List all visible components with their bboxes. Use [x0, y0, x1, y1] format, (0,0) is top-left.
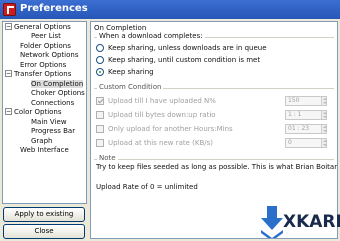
- close-button[interactable]: Close: [3, 224, 85, 239]
- ratio-stepper[interactable]: 1 : 1: [285, 110, 327, 120]
- percent-stepper[interactable]: 150: [285, 96, 327, 106]
- collapse-icon[interactable]: −: [5, 70, 12, 77]
- tree-item-label: Transfer Options: [14, 70, 72, 78]
- spin-arrows-icon[interactable]: [321, 97, 327, 105]
- tree-item-network-options[interactable]: Network Options: [20, 50, 78, 60]
- xkare-logo: XKARE: [261, 206, 340, 240]
- tree-item-label: Graph: [31, 137, 53, 145]
- collapse-icon[interactable]: −: [5, 108, 12, 115]
- tree-item-label: Main View: [31, 118, 67, 126]
- title-bar[interactable]: Preferences: [0, 0, 340, 19]
- tree-item-peer-list[interactable]: Peer List: [31, 31, 61, 41]
- app-icon: [3, 3, 16, 16]
- radio-button[interactable]: [96, 68, 104, 76]
- tree-item-label: Folder Options: [20, 42, 71, 50]
- field-value: 01 : 23: [288, 125, 310, 132]
- checkbox[interactable]: [96, 139, 104, 147]
- checkbox-label: Only upload for another Hours:Mins: [108, 125, 233, 133]
- checkbox[interactable]: [96, 125, 104, 133]
- download-arrow-icon: [261, 206, 283, 238]
- tree-item-label: Choker Options: [31, 89, 85, 97]
- section-label-note: Note: [97, 154, 118, 162]
- tree-item-label: Progress Bar: [31, 127, 76, 135]
- radio-label: Keep sharing, until custom condition is …: [108, 56, 261, 64]
- on-completion-panel: On Completion When a download completes:…: [90, 21, 340, 240]
- collapse-icon[interactable]: −: [5, 23, 12, 30]
- hours-mins-stepper[interactable]: 01 : 23: [285, 124, 327, 134]
- apply-to-existing-torrents-button[interactable]: Apply to existing torrents: [3, 207, 85, 231]
- note-upload-rate: Upload Rate of 0 = unlimited: [96, 183, 198, 191]
- tree-item-label: Connections: [31, 99, 75, 107]
- checkbox-label: Upload till I have uploaded N%: [108, 97, 216, 105]
- rate-stepper[interactable]: 0: [285, 138, 327, 148]
- dialog-body: − General Options Peer List Folder Optio…: [0, 19, 340, 241]
- section-label-custom-condition: Custom Condition: [97, 83, 164, 91]
- tree-item-label: Color Options: [14, 108, 62, 116]
- field-value: 150: [288, 97, 300, 104]
- tree-item-label: Web Interface: [20, 146, 69, 154]
- checkbox-label: Upload at this new rate (KB/s): [108, 139, 214, 147]
- tree-item-label: Peer List: [31, 32, 61, 40]
- radio-button[interactable]: [96, 44, 104, 52]
- note-text: Try to keep files seeded as long as poss…: [96, 163, 337, 171]
- checkbox[interactable]: [96, 111, 104, 119]
- spin-arrows-icon[interactable]: [321, 111, 327, 119]
- tree-item-web-interface[interactable]: Web Interface: [20, 145, 69, 155]
- spin-arrows-icon[interactable]: [321, 125, 327, 133]
- radio-label: Keep sharing, unless downloads are in qu…: [108, 44, 267, 52]
- panel-title: On Completion: [94, 24, 147, 32]
- tree-item-label: Error Options: [20, 61, 67, 69]
- radio-button[interactable]: [96, 56, 104, 64]
- spin-arrows-icon[interactable]: [321, 139, 327, 147]
- window-title: Preferences: [20, 3, 88, 14]
- field-value: 0: [288, 139, 292, 146]
- tree-item-progress-bar[interactable]: Progress Bar: [31, 126, 75, 136]
- field-value: 1 : 1: [288, 111, 302, 118]
- checkbox-label: Upload till bytes down:up ratio: [108, 111, 216, 119]
- tree-item-label: On Completion: [31, 80, 84, 88]
- checkbox[interactable]: [96, 97, 104, 105]
- logo-text: XKARE: [283, 212, 340, 232]
- section-label-download: When a download completes:: [97, 32, 205, 40]
- options-tree[interactable]: − General Options Peer List Folder Optio…: [2, 21, 87, 204]
- divider: [94, 159, 334, 160]
- radio-label: Keep sharing: [108, 68, 154, 76]
- tree-item-choker-options[interactable]: Choker Options: [31, 88, 85, 98]
- tree-item-label: Network Options: [20, 51, 79, 59]
